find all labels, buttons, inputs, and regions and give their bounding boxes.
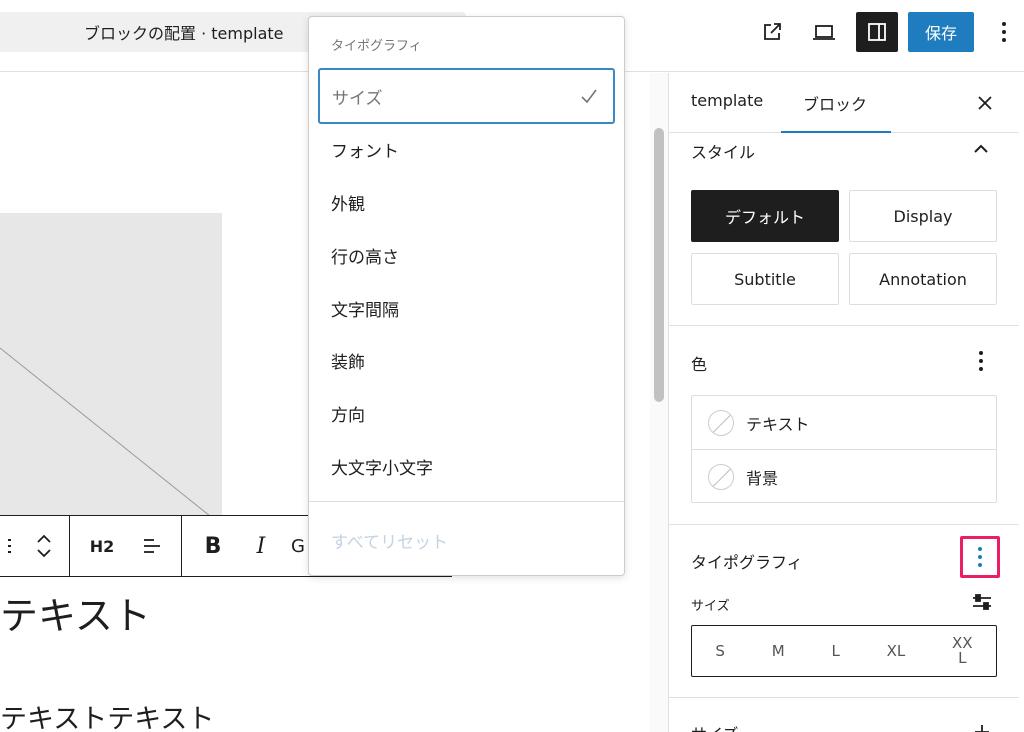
size-option-m[interactable]: M: [772, 643, 785, 659]
bold-button[interactable]: B: [182, 516, 244, 576]
align-button[interactable]: [134, 516, 170, 576]
check-icon: [581, 89, 597, 104]
custom-size-icon[interactable]: [971, 592, 993, 612]
typography-section-title: タイポグラフィ: [691, 553, 803, 572]
color-text-item[interactable]: テキスト: [692, 396, 996, 450]
more-vertical-icon: [979, 351, 983, 371]
typography-options-menu: タイポグラフィ サイズ フォント 外観 行の高さ 文字間隔 装飾 方向 大文字小…: [308, 16, 625, 576]
options-button[interactable]: [986, 12, 1022, 52]
color-background-item[interactable]: 背景: [692, 450, 996, 504]
menu-header: タイポグラフィ: [331, 39, 422, 54]
menu-item-line-height[interactable]: 行の高さ: [331, 243, 399, 268]
toolbar-move-group: [0, 516, 70, 576]
style-subtitle-button[interactable]: Subtitle: [691, 253, 839, 305]
drag-handle[interactable]: [0, 516, 24, 576]
color-options-button[interactable]: [969, 347, 993, 375]
heading-level-button[interactable]: H2: [70, 516, 134, 576]
size-option-l[interactable]: L: [831, 643, 839, 659]
size-option-xxl[interactable]: XX L: [952, 636, 973, 666]
active-tab-indicator: [781, 131, 891, 133]
more-vertical-icon: [978, 547, 982, 567]
style-default-button[interactable]: デフォルト: [691, 190, 839, 242]
menu-item-label: サイズ: [332, 88, 383, 109]
menu-item-orientation[interactable]: 方向: [331, 401, 365, 426]
canvas-scrollbar-thumb[interactable]: [654, 128, 664, 402]
menu-item-font[interactable]: フォント: [331, 137, 399, 162]
drag-handle-icon: [8, 539, 11, 553]
external-link-icon: [764, 23, 781, 40]
size-option-xl[interactable]: XL: [887, 643, 906, 659]
more-vertical-icon: [1002, 22, 1006, 42]
italic-button[interactable]: I: [244, 516, 278, 576]
style-annotation-button[interactable]: Annotation: [849, 253, 997, 305]
chevron-up-icon[interactable]: [36, 532, 52, 546]
settings-panel-toggle[interactable]: [856, 12, 898, 52]
laptop-icon: [813, 25, 835, 40]
section-divider: [669, 524, 1019, 525]
preview-device-button[interactable]: [804, 12, 844, 52]
menu-item-letter-spacing[interactable]: 文字間隔: [331, 296, 399, 321]
menu-item-size[interactable]: サイズ: [318, 68, 615, 124]
tab-block[interactable]: ブロック: [803, 91, 867, 115]
save-button[interactable]: 保存: [908, 12, 974, 52]
menu-divider: [309, 501, 624, 502]
color-item-label: テキスト: [746, 414, 810, 434]
font-size-toggle-group: S M L XL XX L: [691, 625, 997, 677]
external-link-button[interactable]: [752, 12, 792, 52]
section-divider: [669, 697, 1019, 698]
toolbar-block-group: H2: [70, 516, 182, 576]
sidebar-icon: [868, 23, 886, 41]
sidebar-tabs: template ブロック: [669, 73, 1019, 133]
font-size-label: サイズ: [691, 599, 730, 614]
styles-section-title[interactable]: スタイル: [691, 139, 755, 163]
style-display-button[interactable]: Display: [849, 190, 997, 242]
color-section-title: 色: [691, 355, 708, 374]
image-placeholder[interactable]: [0, 213, 222, 516]
paragraph-block[interactable]: テキストテキスト: [0, 697, 214, 732]
tab-template[interactable]: template: [691, 91, 763, 110]
close-sidebar-button[interactable]: [973, 91, 997, 115]
size-option-s[interactable]: S: [715, 643, 725, 659]
toolbar-format-group: B I G: [182, 516, 318, 576]
align-left-icon: [144, 539, 160, 553]
typography-options-button[interactable]: [968, 543, 992, 571]
menu-item-appearance[interactable]: 外観: [331, 190, 365, 215]
empty-color-swatch-icon: [708, 464, 734, 490]
chevron-up-icon[interactable]: [971, 141, 991, 157]
menu-item-letter-case[interactable]: 大文字小文字: [331, 454, 433, 479]
next-section-title[interactable]: サイズ: [691, 721, 739, 732]
settings-sidebar: template ブロック スタイル デフォルト Display Subtitl…: [668, 73, 1024, 732]
section-divider: [669, 325, 1019, 326]
close-icon: [978, 96, 992, 110]
plus-icon[interactable]: [973, 723, 991, 732]
empty-color-swatch-icon: [708, 409, 734, 436]
menu-item-decoration[interactable]: 装飾: [331, 348, 365, 373]
color-item-label: 背景: [746, 469, 779, 488]
reset-all-button[interactable]: すべてリセット: [331, 528, 448, 553]
move-buttons: [24, 516, 64, 576]
heading-block[interactable]: テキスト: [0, 585, 151, 640]
color-options-list: テキスト 背景: [691, 395, 997, 503]
chevron-down-icon[interactable]: [36, 546, 52, 560]
